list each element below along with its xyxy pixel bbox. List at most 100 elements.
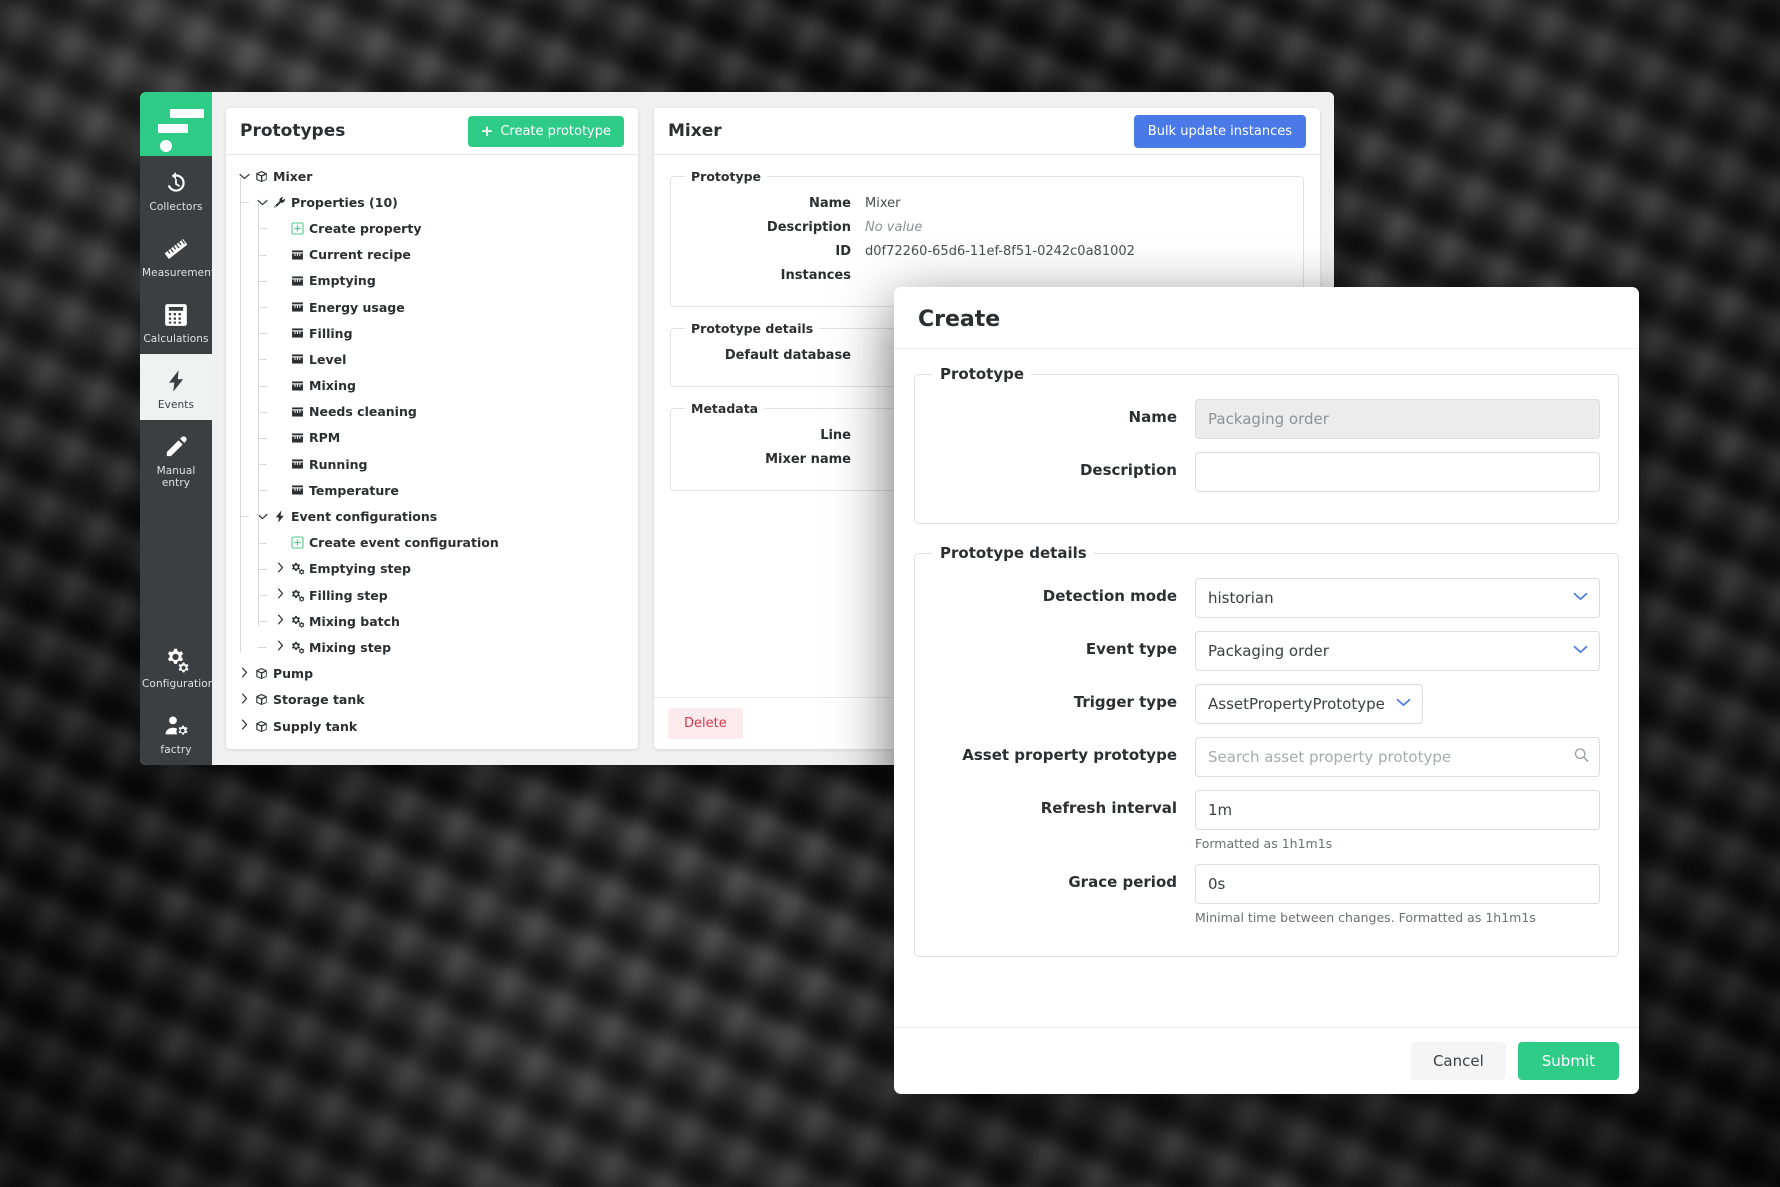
create-prototype-button[interactable]: + Create prototype	[467, 115, 624, 147]
field-label: Line	[820, 428, 851, 443]
event-type-select[interactable]	[1195, 631, 1600, 671]
property-icon	[288, 484, 307, 496]
factry-logo[interactable]	[140, 92, 212, 156]
trigger-type-select[interactable]	[1195, 684, 1423, 724]
chevron-right-icon[interactable]	[272, 614, 288, 628]
tree-item[interactable]: Needs cleaning	[234, 399, 634, 425]
tree-item[interactable]: Supply tank	[234, 713, 634, 739]
cogs-icon	[288, 641, 307, 654]
grace-period-input[interactable]	[1195, 864, 1600, 904]
name-field-wrap	[1195, 399, 1600, 439]
grace-period-help: Minimal time between changes. Formatted …	[1195, 910, 1536, 925]
create-prototype-label: Create prototype	[500, 123, 611, 139]
detection-mode-value[interactable]	[1195, 578, 1600, 618]
event-type-wrap	[1195, 631, 1600, 671]
description-input[interactable]	[1195, 452, 1600, 492]
trigger-type-label: Trigger type	[1073, 693, 1177, 711]
tree-item[interactable]: Mixing step	[234, 634, 634, 660]
field-label: Name	[808, 196, 851, 211]
dialog-row-trigger-type: Trigger type	[933, 684, 1600, 724]
dialog-title: Create	[918, 307, 1001, 332]
chevron-right-icon[interactable]	[272, 588, 288, 602]
tree-guide	[258, 437, 267, 439]
chevron-down-icon[interactable]	[254, 196, 270, 209]
sidebar-item-label: Events	[157, 399, 195, 411]
tree-item[interactable]: Emptying	[234, 268, 634, 294]
tree-guide	[240, 202, 249, 204]
tree-item-label: Temperature	[309, 482, 399, 498]
tree-item[interactable]: Mixing	[234, 373, 634, 399]
tree-item[interactable]: Mixing batch	[234, 608, 634, 634]
field-label: Mixer name	[765, 452, 851, 467]
field-value: d0f72260-65d6-11ef-8f51-0242c0a81002	[865, 244, 1135, 259]
dialog-footer: Cancel Submit	[894, 1027, 1639, 1094]
sidebar-item-measurements[interactable]: Measurements	[140, 222, 221, 288]
chevron-right-icon[interactable]	[236, 666, 252, 681]
chevron-right-icon[interactable]	[272, 640, 288, 654]
tree-item-label: Mixing	[309, 378, 356, 394]
chevron-right-icon[interactable]	[236, 693, 252, 707]
tree-item-label: Current recipe	[309, 247, 411, 263]
dialog-row-grace-period: Grace period Minimal time between change…	[933, 864, 1600, 925]
cancel-button[interactable]: Cancel	[1410, 1042, 1506, 1080]
property-icon	[288, 406, 307, 418]
sidebar-item-manual-entry[interactable]: Manual entry	[140, 420, 212, 498]
tree-item[interactable]: Filling	[234, 320, 634, 346]
tree-item[interactable]: Emptying step	[234, 556, 634, 582]
tree-item[interactable]: Create event configuration	[234, 530, 634, 556]
name-input[interactable]	[1195, 399, 1600, 439]
tree-item-label: Mixing step	[309, 639, 392, 655]
tree-item[interactable]: Mixer	[234, 163, 634, 189]
tree-item-label: Emptying step	[309, 561, 411, 577]
tree-guide	[258, 359, 267, 361]
tree-item-label: Mixer	[273, 168, 313, 184]
grace-period-label: Grace period	[1068, 873, 1177, 891]
tree-item[interactable]: Temperature	[234, 477, 634, 503]
asset-property-search-wrap	[1195, 737, 1600, 777]
sidebar-item-configuration[interactable]: Configuration	[140, 633, 214, 699]
tree-item-label: Event configurations	[291, 509, 438, 525]
chevron-down-icon[interactable]	[254, 510, 270, 523]
tree-item[interactable]: RPM	[234, 425, 634, 451]
refresh-interval-label: Refresh interval	[1040, 799, 1177, 817]
sidebar-item-events[interactable]: Events	[140, 354, 212, 420]
lightning-bolt-icon	[270, 510, 289, 523]
event-type-value[interactable]	[1195, 631, 1600, 671]
tree-guide	[258, 228, 267, 230]
tree-item[interactable]: Running	[234, 451, 634, 477]
detection-mode-select[interactable]	[1195, 578, 1600, 618]
tree-item[interactable]: Current recipe	[234, 242, 634, 268]
tree-item[interactable]: Properties (10)	[234, 189, 634, 215]
trigger-type-value[interactable]	[1195, 684, 1423, 724]
prototype-tree[interactable]: Mixer Properties (10) Create property Curre…	[226, 155, 638, 749]
description-field-wrap	[1195, 452, 1600, 492]
sidebar-item-calculations[interactable]: Calculations	[140, 288, 212, 354]
dialog-prototype-legend: Prototype	[940, 365, 1025, 383]
chevron-right-icon[interactable]	[236, 719, 252, 733]
chevron-right-icon[interactable]	[272, 562, 288, 576]
logo-dot	[160, 140, 172, 152]
tree-item[interactable]: Pump	[234, 661, 634, 687]
detection-mode-wrap	[1195, 578, 1600, 618]
tree-item[interactable]: Storage tank	[234, 687, 634, 713]
plus-box-icon	[288, 222, 307, 235]
sidebar-item-collectors[interactable]: Collectors	[140, 156, 212, 222]
asset-property-wrap	[1195, 737, 1600, 777]
submit-button[interactable]: Submit	[1517, 1042, 1619, 1080]
grace-period-wrap: Minimal time between changes. Formatted …	[1195, 864, 1600, 925]
asset-property-input[interactable]	[1195, 737, 1600, 777]
tree-item[interactable]: Create property	[234, 215, 634, 241]
pencil-icon	[142, 431, 210, 461]
chevron-down-icon[interactable]	[236, 170, 252, 183]
delete-button[interactable]: Delete	[668, 708, 743, 739]
tree-item[interactable]: Filling step	[234, 582, 634, 608]
field-label: Description	[766, 220, 851, 235]
sidebar-item-factry-user[interactable]: factry	[140, 699, 212, 765]
bulk-update-instances-button[interactable]: Bulk update instances	[1133, 114, 1306, 148]
plus-icon: +	[480, 121, 494, 140]
refresh-interval-input[interactable]	[1195, 790, 1600, 830]
property-icon	[288, 249, 307, 261]
tree-item[interactable]: Energy usage	[234, 294, 634, 320]
tree-item[interactable]: Level	[234, 346, 634, 372]
tree-item[interactable]: Event configurations	[234, 503, 634, 529]
